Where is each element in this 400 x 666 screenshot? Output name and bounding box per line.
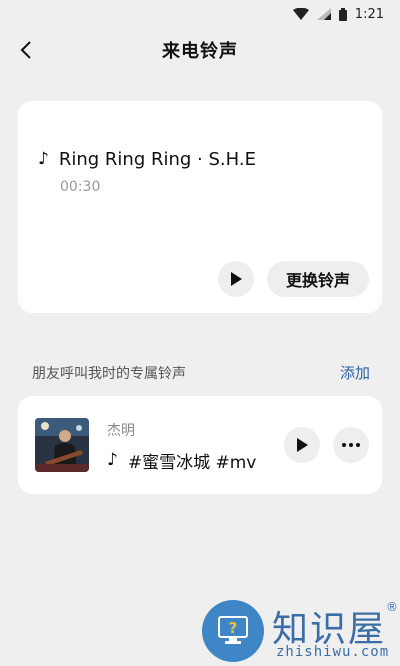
top-bar: 来电铃声	[0, 28, 400, 72]
play-current-ringtone-button[interactable]	[218, 261, 254, 297]
back-button[interactable]	[10, 34, 42, 66]
battery-icon	[338, 7, 347, 21]
music-note-icon: ♪	[38, 149, 49, 169]
current-ringtone-duration: 00:30	[60, 179, 101, 195]
friends-section-title: 朋友呼叫我时的专属铃声	[32, 365, 186, 382]
wifi-icon	[292, 8, 309, 20]
cellular-signal-icon	[316, 8, 331, 20]
chevron-left-icon	[20, 41, 31, 59]
friend-ringtone-row: ♪ #蜜雪冰城 #mv	[107, 448, 257, 474]
play-icon	[231, 272, 242, 286]
status-bar: 1:21	[0, 0, 400, 28]
status-time: 1:21	[354, 6, 384, 22]
svg-text:?: ?	[229, 619, 238, 637]
watermark-registered-mark: ®	[386, 600, 398, 614]
help-monitor-icon: ?	[202, 600, 264, 662]
change-ringtone-button[interactable]: 更换铃声	[267, 261, 369, 297]
watermark-site: zhishiwu.com	[276, 644, 390, 660]
current-ringtone-row: ♪ Ring Ring Ring · S.H.E	[38, 149, 256, 170]
album-cover	[35, 418, 89, 472]
music-note-icon: ♪	[107, 450, 118, 470]
page-title: 来电铃声	[162, 41, 238, 62]
friend-name: 杰明	[107, 423, 135, 439]
more-horizontal-icon	[342, 443, 346, 447]
play-icon	[297, 438, 308, 452]
more-options-button[interactable]	[333, 427, 369, 463]
friend-ringtone-card: 杰明 ♪ #蜜雪冰城 #mv	[18, 396, 382, 494]
site-watermark: ? 知识屋 ® zhishiwu.com	[202, 598, 400, 666]
play-friend-ringtone-button[interactable]	[284, 427, 320, 463]
friend-ringtone-name: #蜜雪冰城 #mv	[127, 453, 257, 473]
current-ringtone-name: Ring Ring Ring · S.H.E	[58, 149, 256, 170]
current-ringtone-card: ♪ Ring Ring Ring · S.H.E 00:30 更换铃声	[18, 101, 382, 313]
add-friend-ringtone-link[interactable]: 添加	[340, 362, 370, 383]
friends-section-header: 朋友呼叫我时的专属铃声 添加	[32, 362, 370, 383]
